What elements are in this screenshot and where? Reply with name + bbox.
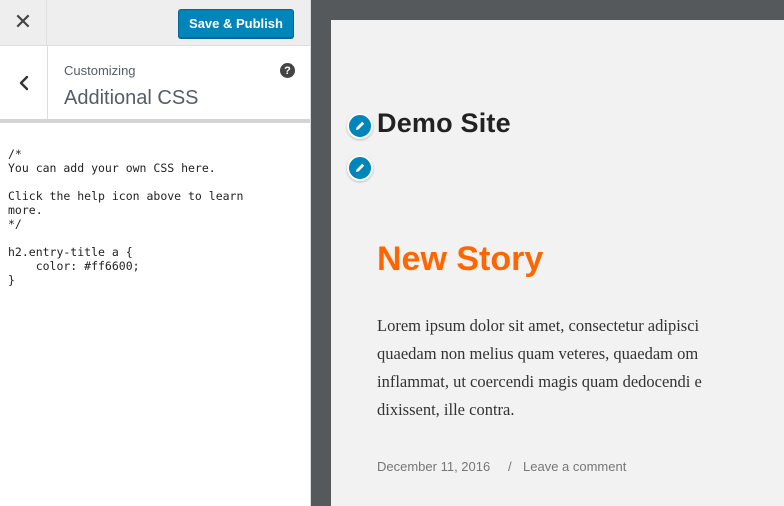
code-line: /* bbox=[8, 147, 22, 161]
pencil-icon bbox=[356, 163, 365, 172]
close-button[interactable]: ✕ bbox=[0, 0, 47, 45]
code-line: Click the help icon above to learn bbox=[8, 189, 244, 203]
section-title: Additional CSS bbox=[64, 87, 199, 109]
post-excerpt-line: inflammat, ut coercendi magis quam dedoc… bbox=[377, 372, 702, 391]
post-excerpt-line: Lorem ipsum dolor sit amet, consectetur … bbox=[377, 316, 700, 335]
help-icon[interactable]: ? bbox=[280, 63, 295, 78]
close-icon: ✕ bbox=[13, 10, 33, 35]
post-title-link[interactable]: New Story bbox=[377, 240, 543, 279]
meta-separator: / bbox=[508, 459, 512, 474]
chevron-left-icon bbox=[19, 75, 28, 90]
save-publish-button[interactable]: Save & Publish bbox=[178, 9, 294, 38]
code-line: color: #ff6600; bbox=[8, 259, 140, 273]
site-title-edit-button[interactable] bbox=[347, 113, 373, 139]
post-excerpt-line: quaedam non melius quam veteres, quaedam… bbox=[377, 344, 699, 363]
pencil-icon bbox=[356, 121, 365, 130]
post-excerpt-line: dixissent, ille contra. bbox=[377, 400, 515, 419]
back-button[interactable] bbox=[0, 46, 48, 119]
code-line: You can add your own CSS here. bbox=[8, 161, 216, 175]
breadcrumb-label: Customizing bbox=[64, 63, 136, 78]
site-title[interactable]: Demo Site bbox=[377, 108, 511, 139]
post-date-link[interactable]: December 11, 2016 bbox=[377, 459, 490, 474]
tagline-edit-button[interactable] bbox=[347, 155, 373, 181]
customizer-header: ✕ Save & Publish bbox=[0, 0, 310, 46]
customizer-panel: ✕ Save & Publish Customizing Additional … bbox=[0, 0, 311, 506]
section-header: Customizing Additional CSS ? bbox=[0, 46, 310, 123]
code-line: */ bbox=[8, 217, 22, 231]
css-code-editor[interactable]: /* You can add your own CSS here. Click … bbox=[0, 123, 310, 506]
leave-comment-link[interactable]: Leave a comment bbox=[523, 459, 626, 474]
code-line: } bbox=[8, 273, 15, 287]
code-line: more. bbox=[8, 203, 43, 217]
code-line: h2.entry-title a { bbox=[8, 245, 133, 259]
